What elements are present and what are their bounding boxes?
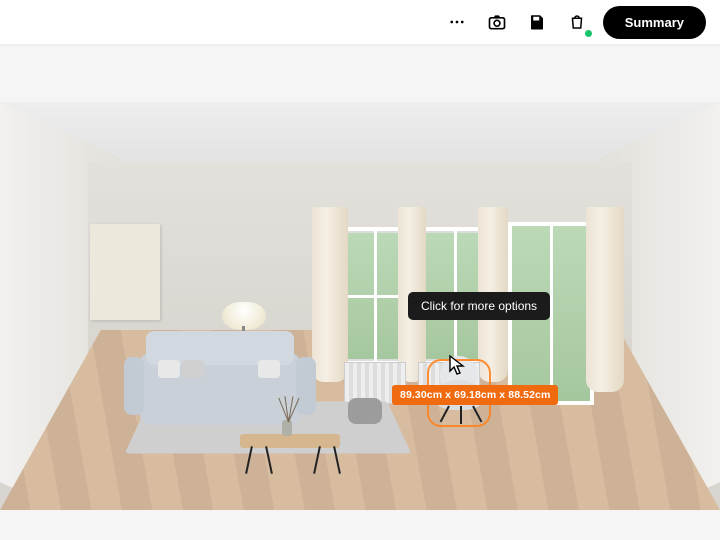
wall-art[interactable] bbox=[90, 224, 160, 320]
curtain bbox=[312, 207, 348, 382]
dimensions-badge: 89.30cm x 69.18cm x 88.52cm bbox=[392, 385, 558, 405]
branches bbox=[278, 394, 298, 422]
vase bbox=[282, 420, 292, 436]
summary-button[interactable]: Summary bbox=[603, 6, 706, 39]
coffee-table[interactable] bbox=[240, 434, 340, 448]
context-tooltip[interactable]: Click for more options bbox=[408, 292, 550, 320]
pillow bbox=[258, 360, 280, 378]
camera-icon[interactable] bbox=[483, 8, 511, 36]
pillow bbox=[182, 360, 204, 378]
top-toolbar: Summary bbox=[0, 0, 720, 44]
curtain bbox=[586, 207, 624, 392]
room-canvas[interactable]: Click for more options 89.30cm x 69.18cm… bbox=[0, 102, 720, 510]
bag-indicator-dot bbox=[584, 29, 593, 38]
pouf[interactable] bbox=[348, 398, 382, 424]
more-icon[interactable] bbox=[443, 8, 471, 36]
canvas-wrap: Click for more options 89.30cm x 69.18cm… bbox=[0, 44, 720, 510]
save-icon[interactable] bbox=[523, 8, 551, 36]
pillow bbox=[158, 360, 180, 378]
shopping-bag-icon[interactable] bbox=[563, 8, 591, 36]
